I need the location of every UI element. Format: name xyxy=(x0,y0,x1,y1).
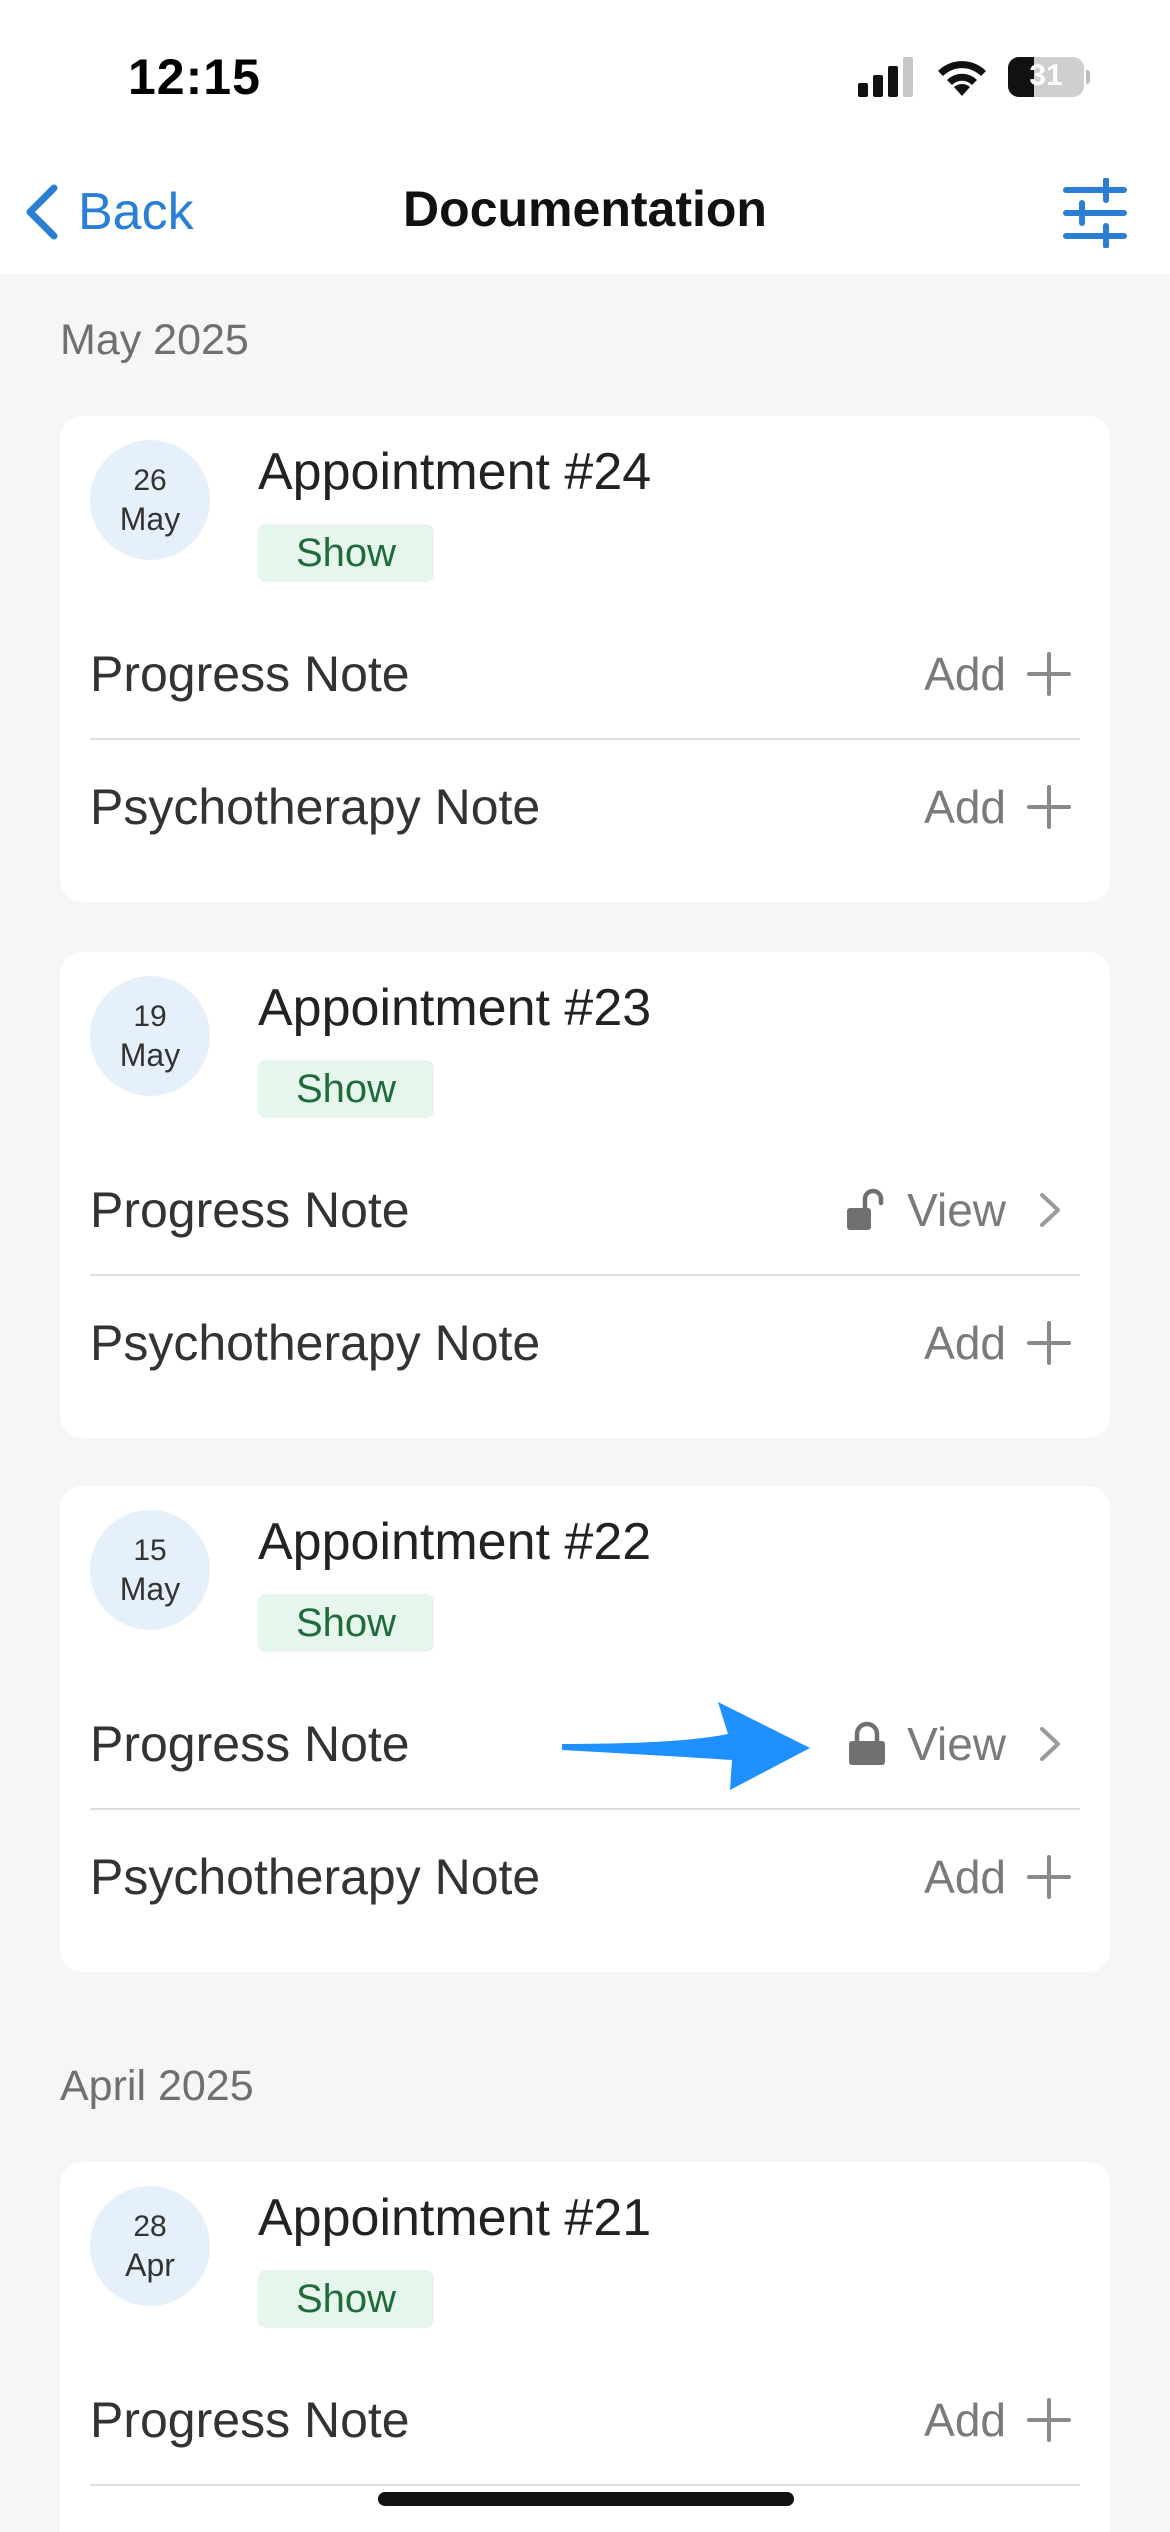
date-month: May xyxy=(119,501,181,537)
add-progress-note-button[interactable]: Add xyxy=(924,2393,1072,2447)
date-day: 15 xyxy=(133,1534,167,1567)
psychotherapy-note-row[interactable]: Psychotherapy Note Add xyxy=(90,1278,1080,1408)
plus-icon xyxy=(1027,785,1071,829)
appointment-title: Appointment #22 xyxy=(258,1513,652,1571)
status-time: 12:15 xyxy=(128,49,261,105)
unlocked-lock-icon xyxy=(847,1188,884,1230)
appointment-title: Appointment #24 xyxy=(258,443,652,501)
psychotherapy-note-row[interactable]: Psychotherapy Note Add xyxy=(90,742,1080,872)
action-label: View xyxy=(907,1184,1006,1236)
status-bar: 12:15 31 xyxy=(0,0,1170,150)
appointment-card: 28 Apr Appointment #21 Show Progress Not… xyxy=(60,2162,1110,2532)
action-label: Add xyxy=(924,1317,1006,1369)
action-label: Add xyxy=(924,648,1006,700)
note-label: Progress Note xyxy=(90,646,410,702)
add-progress-note-button[interactable]: Add xyxy=(924,647,1072,701)
action-label: Add xyxy=(924,2394,1006,2446)
annotation-arrow-icon xyxy=(562,1702,810,1790)
appointment-title: Appointment #23 xyxy=(258,979,652,1037)
chevron-right-icon xyxy=(1040,1727,1060,1761)
locked-lock-icon xyxy=(849,1721,886,1765)
note-label: Psychotherapy Note xyxy=(90,779,541,835)
action-label: View xyxy=(907,1718,1006,1770)
date-day: 28 xyxy=(133,2210,167,2243)
page-title: Documentation xyxy=(403,181,767,237)
date-month: Apr xyxy=(125,2247,175,2283)
date-circle: 26 May xyxy=(90,440,210,560)
date-month: May xyxy=(119,1037,181,1073)
psychotherapy-note-row[interactable]: Psychotherapy Note Add xyxy=(90,1812,1080,1942)
view-progress-note-button[interactable]: View xyxy=(845,1183,1072,1237)
cellular-signal-icon xyxy=(858,57,913,97)
wifi-icon xyxy=(938,61,986,96)
battery-icon: 31 xyxy=(1008,57,1090,97)
add-psychotherapy-note-button[interactable]: Add xyxy=(924,780,1072,834)
navigation-bar: Back Documentation xyxy=(0,150,1170,274)
note-label: Psychotherapy Note xyxy=(90,1849,541,1905)
plus-icon xyxy=(1027,2398,1071,2442)
progress-note-row[interactable]: Progress Note Add xyxy=(90,610,1080,740)
progress-note-row[interactable]: Progress Note View xyxy=(90,1146,1080,1276)
add-psychotherapy-note-button[interactable]: Add xyxy=(924,1316,1072,1370)
note-label: Progress Note xyxy=(90,1182,410,1238)
appointment-title: Appointment #21 xyxy=(258,2189,652,2247)
chevron-right-icon xyxy=(1040,1193,1060,1227)
status-badge: Show xyxy=(258,1060,435,1118)
plus-icon xyxy=(1027,652,1071,696)
appointment-card: 26 May Appointment #24 Show Progress Not… xyxy=(60,416,1110,902)
appointment-card: 19 May Appointment #23 Show Progress Not… xyxy=(60,952,1110,1438)
add-psychotherapy-note-button[interactable]: Add xyxy=(924,1850,1072,1904)
month-header: April 2025 xyxy=(60,2062,254,2110)
progress-note-row[interactable]: Progress Note Add xyxy=(90,2356,1080,2486)
date-circle: 19 May xyxy=(90,976,210,1096)
note-label: Progress Note xyxy=(90,1716,410,1772)
status-badge: Show xyxy=(258,1594,435,1652)
status-badge: Show xyxy=(258,2270,435,2328)
note-label: Progress Note xyxy=(90,2392,410,2448)
filter-sliders-icon[interactable] xyxy=(1060,178,1130,248)
view-progress-note-button[interactable]: View xyxy=(847,1717,1072,1771)
status-icons: 31 xyxy=(858,52,1090,102)
status-badge: Show xyxy=(258,524,435,582)
date-circle: 28 Apr xyxy=(90,2186,210,2306)
date-circle: 15 May xyxy=(90,1510,210,1630)
action-label: Add xyxy=(924,781,1006,833)
home-indicator[interactable] xyxy=(378,2492,794,2506)
note-label: Psychotherapy Note xyxy=(90,1315,541,1371)
battery-level: 31 xyxy=(1029,59,1063,92)
month-header: May 2025 xyxy=(60,316,249,364)
plus-icon xyxy=(1027,1321,1071,1365)
date-day: 19 xyxy=(133,1000,167,1033)
action-label: Add xyxy=(924,1851,1006,1903)
date-month: May xyxy=(119,1571,181,1607)
date-day: 26 xyxy=(133,464,167,497)
plus-icon xyxy=(1027,1855,1071,1899)
